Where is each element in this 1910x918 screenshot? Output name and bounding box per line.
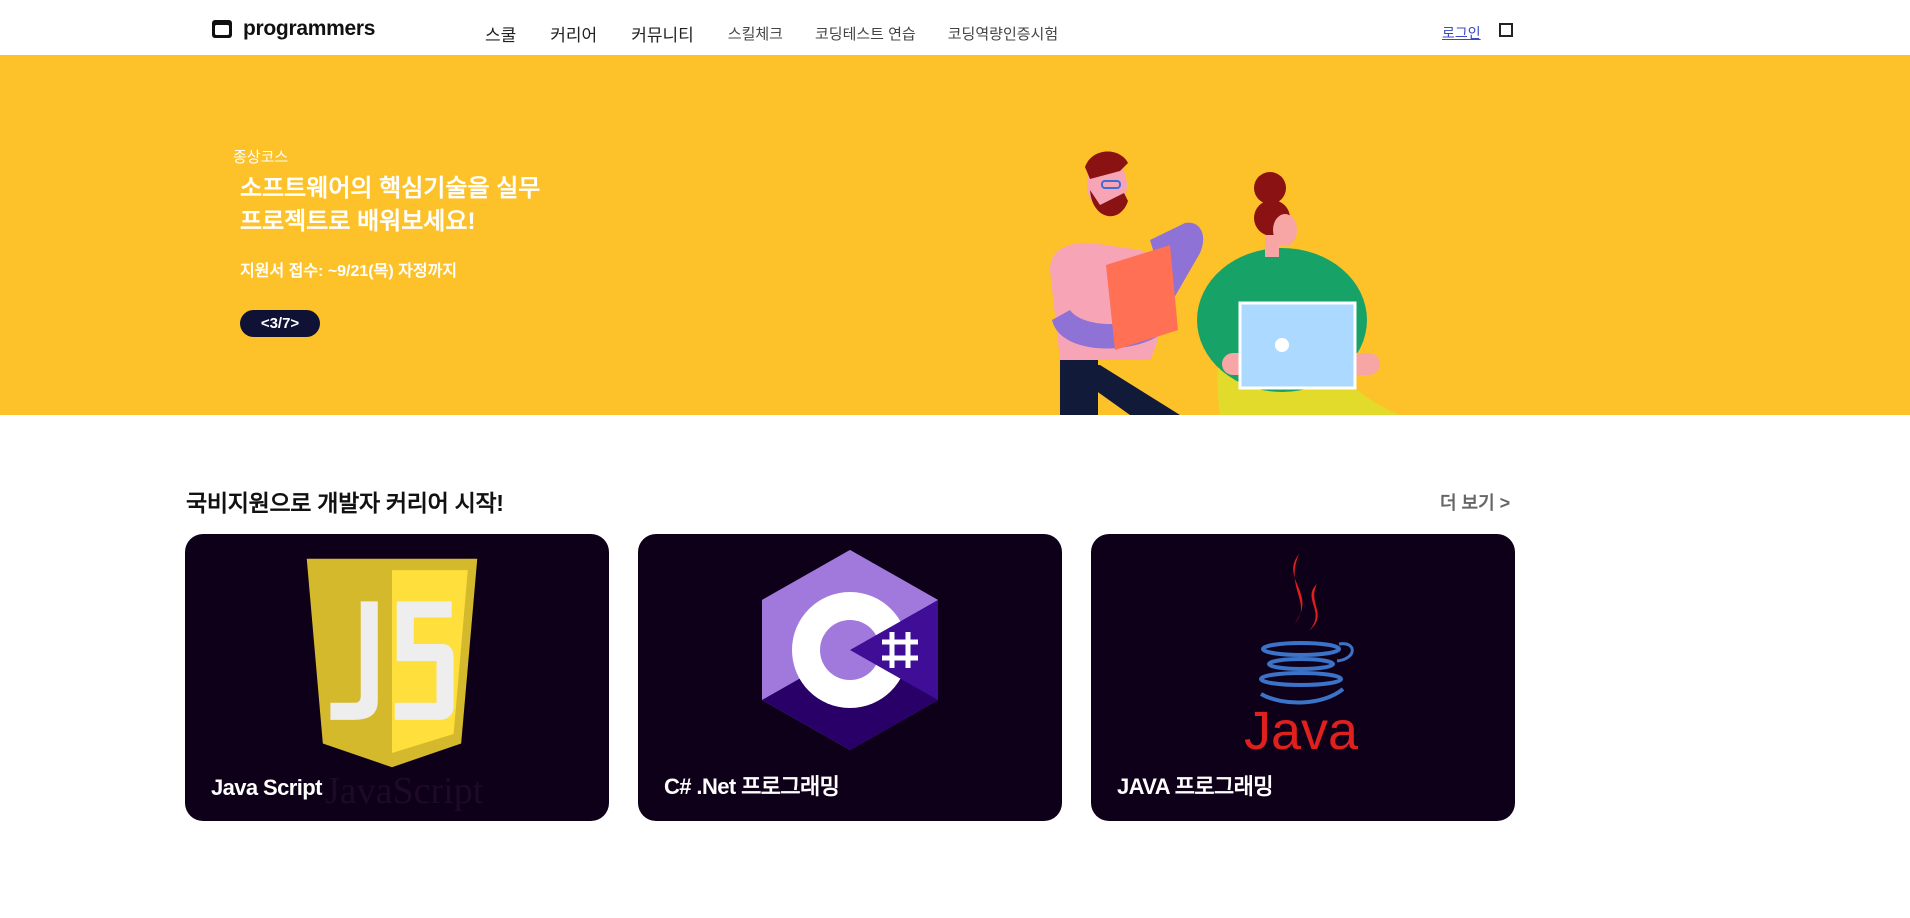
main-nav: 스쿨 커리어 커뮤니티 스킬체크 코딩테스트 연습 코딩역량인증시험 — [485, 20, 1090, 46]
course-card-csharp[interactable]: C# .Net 프로그래밍 — [638, 534, 1062, 821]
course-card-java[interactable]: Java JAVA 프로그래밍 — [1091, 534, 1515, 821]
card-ghost-text: JavaScript — [325, 770, 484, 812]
nav-item-skill-check[interactable]: 스킬체크 — [728, 23, 783, 44]
java-logo-icon: Java — [1244, 554, 1359, 759]
banner-category: 종상코스 — [233, 149, 289, 166]
login-link[interactable]: 로그인 — [1442, 23, 1481, 43]
nav-item-career[interactable]: 커리어 — [550, 21, 597, 46]
top-navigation-bar: programmers 스쿨 커리어 커뮤니티 스킬체크 코딩테스트 연습 코딩… — [0, 0, 1910, 55]
hero-banner[interactable]: 종상코스 소프트웨어의 핵심기술을 실무 프로젝트로 배워보세요! 지원서 접수… — [0, 55, 1910, 415]
javascript-logo-icon — [306, 558, 478, 768]
nav-item-school[interactable]: 스쿨 — [485, 21, 516, 46]
csharp-logo-icon — [762, 550, 938, 750]
see-more-link[interactable]: 더 보기 > — [1440, 489, 1510, 515]
course-card-label: Java Script — [211, 775, 322, 800]
course-card-label: JAVA 프로그래밍 — [1117, 774, 1274, 799]
banner-pager-button[interactable]: <3/7> — [240, 310, 320, 337]
logo-text: programmers — [243, 17, 376, 40]
illustration-hair-bun — [1254, 172, 1286, 204]
programmers-logo[interactable]: programmers — [211, 17, 375, 41]
banner-title-line-1: 소프트웨어의 핵심기술을 실무 — [240, 175, 541, 202]
menu-toggle-icon[interactable] — [1499, 23, 1513, 37]
banner-title-line-2: 프로젝트로 배워보세요! — [240, 208, 476, 235]
nav-item-community[interactable]: 커뮤니티 — [631, 21, 694, 46]
nav-item-coding-test-practice[interactable]: 코딩테스트 연습 — [815, 23, 916, 44]
illustration-laptop — [1238, 301, 1357, 390]
nav-item-coding-certification[interactable]: 코딩역량인증시험 — [948, 23, 1058, 44]
people-studying-illustration — [1050, 151, 1400, 415]
java-logo-text: Java — [1244, 701, 1359, 759]
section-title: 국비지원으로 개발자 커리어 시작! — [186, 490, 504, 516]
course-card-label: C# .Net 프로그래밍 — [664, 774, 840, 799]
programmers-folder-icon — [212, 20, 232, 38]
banner-title: 소프트웨어의 핵심기술을 실무 프로젝트로 배워보세요! — [240, 172, 540, 238]
banner-description: 지원서 접수: ~9/21(목) 자정까지 — [240, 263, 458, 280]
course-card-javascript[interactable]: JavaScript Java Script — [185, 534, 609, 821]
